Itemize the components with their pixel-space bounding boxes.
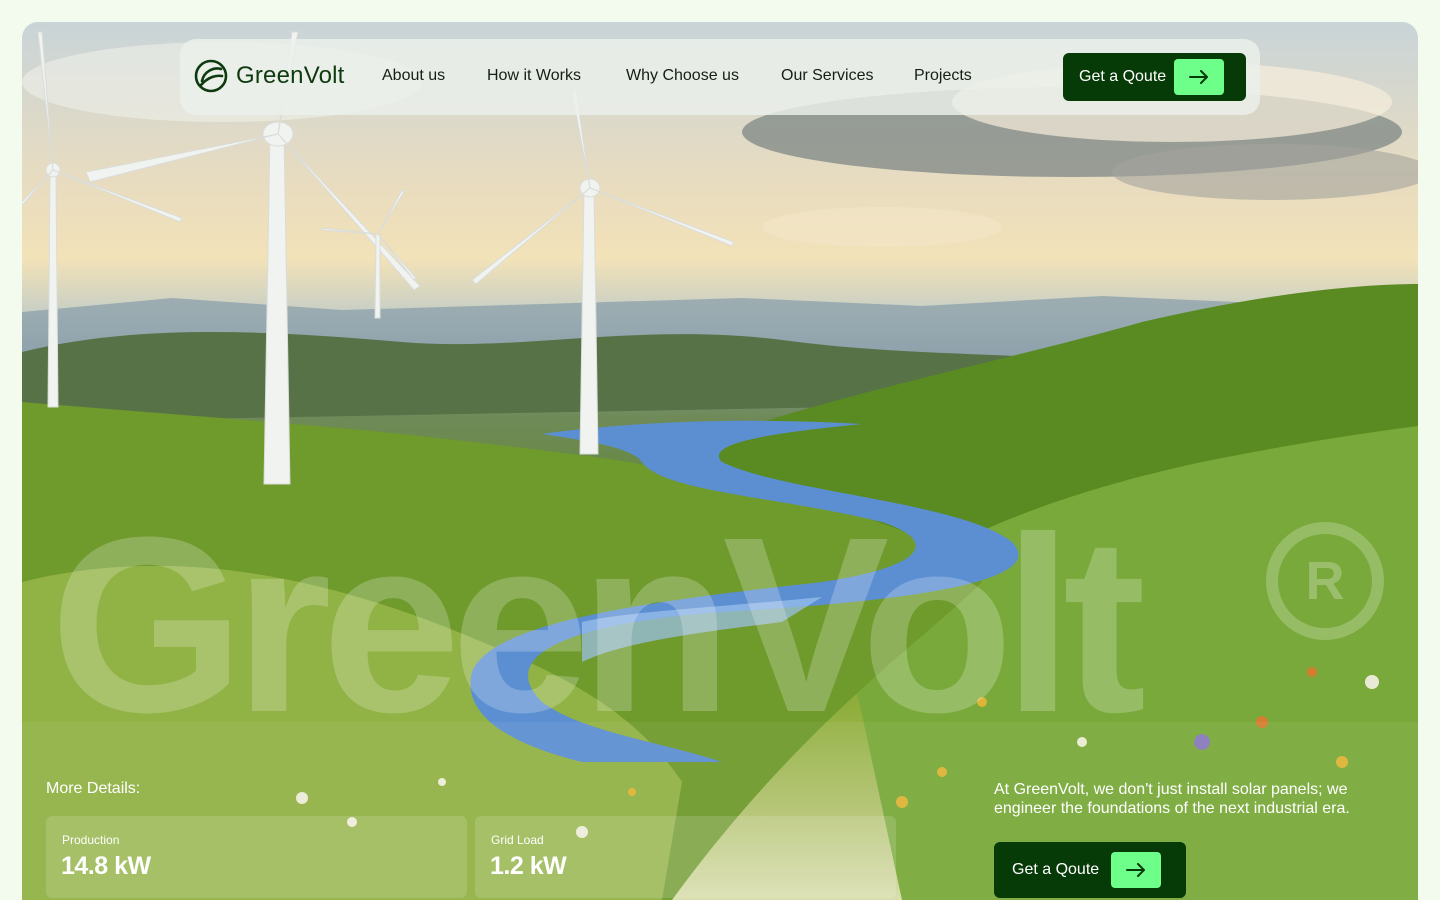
production-stat-card: Production 14.8 kW <box>46 816 467 898</box>
leaf-swirl-logo-icon <box>194 59 228 93</box>
brand-logo[interactable]: GreenVolt <box>194 59 345 93</box>
hero-tagline: At GreenVolt, we don't just install sola… <box>994 781 1350 817</box>
production-value: 14.8 kW <box>61 852 151 880</box>
production-label: Production <box>62 833 120 847</box>
top-navigation-bar: GreenVolt About us How it Works Why Choo… <box>180 39 1260 115</box>
grid-load-label: Grid Load <box>491 833 544 847</box>
nav-link-why-choose-us[interactable]: Why Choose us <box>626 67 739 85</box>
nav-link-about-us[interactable]: About us <box>382 67 445 85</box>
grid-load-value: 1.2 kW <box>490 852 567 880</box>
more-details-heading: More Details: <box>46 780 141 797</box>
nav-link-projects[interactable]: Projects <box>914 67 972 85</box>
brand-name: GreenVolt <box>236 62 345 89</box>
nav-get-a-quote-button[interactable]: Get a Qoute <box>1063 53 1246 101</box>
nav-cta-label: Get a Qoute <box>1079 68 1167 85</box>
hero-cta-label: Get a Qoute <box>1012 861 1100 878</box>
nav-link-how-it-works[interactable]: How it Works <box>487 67 581 85</box>
arrow-right-icon <box>1174 59 1225 95</box>
registered-mark-letter: R <box>1305 551 1345 611</box>
registered-trademark-mark: R <box>1266 522 1384 640</box>
arrow-right-icon <box>1111 852 1162 888</box>
grid-load-stat-card: Grid Load 1.2 kW <box>475 816 896 898</box>
landscape-background-image <box>22 31 1418 900</box>
brand-watermark: GreenVolt <box>50 485 1146 764</box>
nav-link-our-services[interactable]: Our Services <box>781 67 873 85</box>
hero-section: GreenVolt R GreenVolt About us How it Wo… <box>22 22 1418 900</box>
hero-get-a-quote-button[interactable]: Get a Qoute <box>994 842 1186 898</box>
